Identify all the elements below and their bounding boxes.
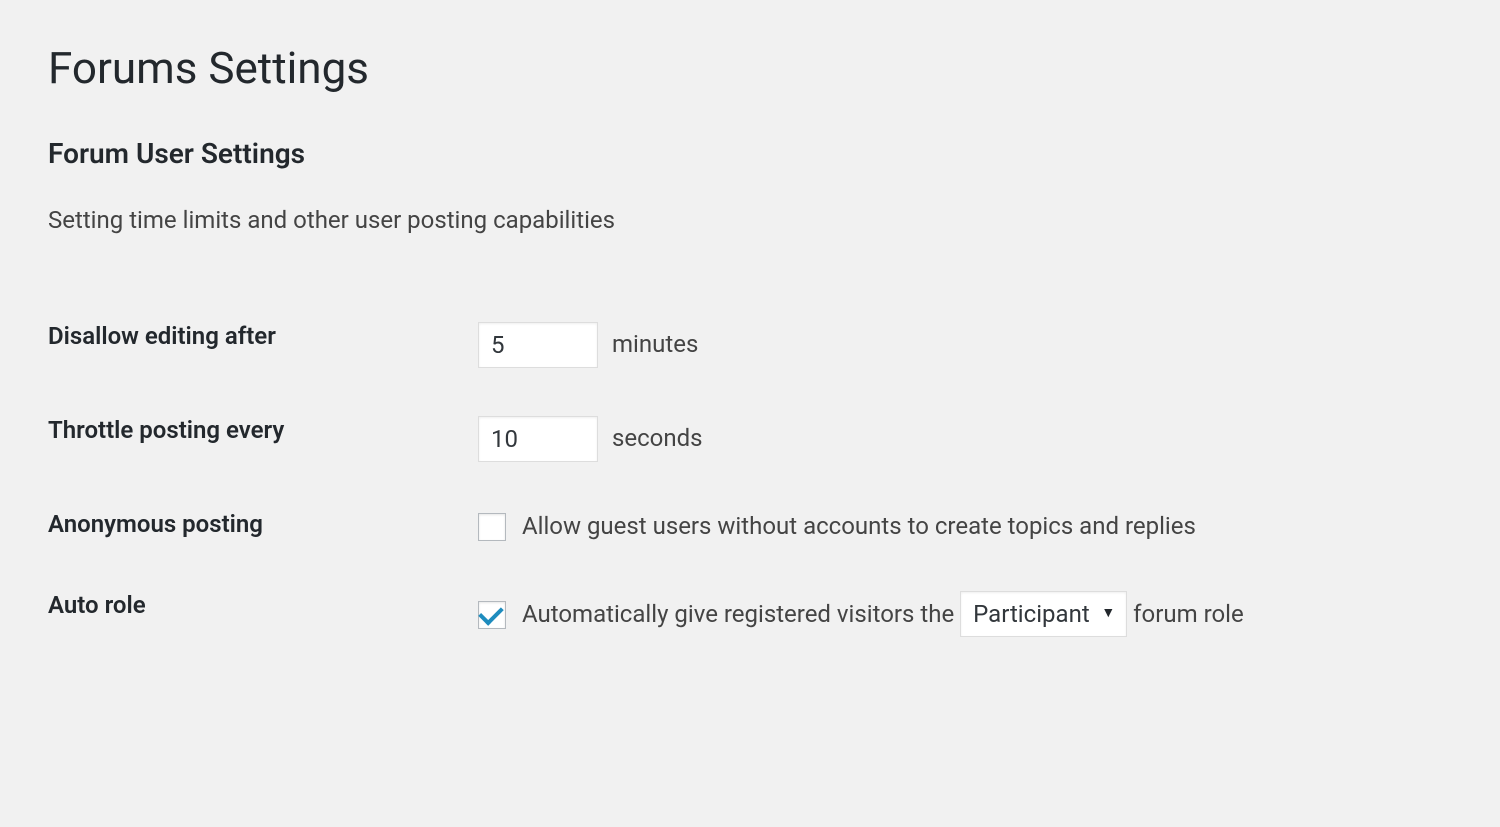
auto-role-suffix-text: forum role xyxy=(1133,598,1244,632)
section-title: Forum User Settings xyxy=(48,137,1452,170)
anonymous-posting-checkbox[interactable] xyxy=(478,513,506,541)
disallow-editing-label: Disallow editing after xyxy=(48,322,276,350)
auto-role-label: Auto role xyxy=(48,591,146,619)
page-title: Forums Settings xyxy=(48,40,1452,97)
anonymous-posting-label: Anonymous posting xyxy=(48,510,263,538)
disallow-editing-row: Disallow editing after minutes xyxy=(48,298,1452,392)
section-description: Setting time limits and other user posti… xyxy=(48,204,1452,238)
auto-role-select-wrap: Participant xyxy=(960,591,1127,637)
throttle-posting-row: Throttle posting every seconds xyxy=(48,392,1452,486)
auto-role-checkbox[interactable] xyxy=(478,601,506,629)
auto-role-select[interactable]: Participant xyxy=(960,591,1127,637)
auto-role-row: Auto role Automatically give registered … xyxy=(48,567,1452,661)
anonymous-posting-text: Allow guest users without accounts to cr… xyxy=(522,512,1196,540)
settings-wrap: Forums Settings Forum User Settings Sett… xyxy=(0,0,1500,661)
throttle-posting-label: Throttle posting every xyxy=(48,416,284,444)
throttle-posting-unit: seconds xyxy=(612,422,703,456)
throttle-posting-input[interactable] xyxy=(478,416,598,462)
anonymous-posting-checkbox-label[interactable]: Allow guest users without accounts to cr… xyxy=(478,512,1196,540)
disallow-editing-unit: minutes xyxy=(612,328,698,362)
anonymous-posting-row: Anonymous posting Allow guest users with… xyxy=(48,486,1452,568)
auto-role-checkbox-label[interactable]: Automatically give registered visitors t… xyxy=(478,598,954,632)
auto-role-prefix-text: Automatically give registered visitors t… xyxy=(522,600,954,628)
form-table: Disallow editing after minutes Throttle … xyxy=(48,298,1452,662)
disallow-editing-input[interactable] xyxy=(478,322,598,368)
